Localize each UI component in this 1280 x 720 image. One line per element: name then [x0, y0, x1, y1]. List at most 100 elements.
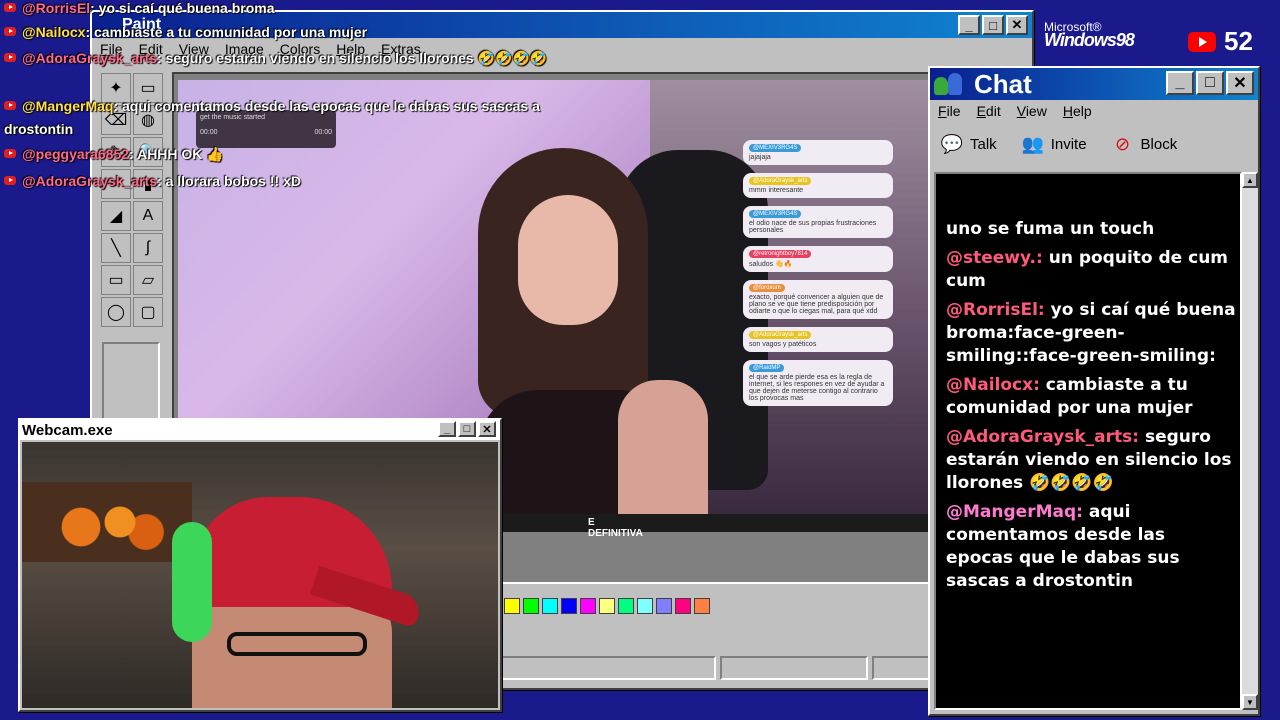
invite-button[interactable]: 👥 Invite	[1021, 132, 1087, 156]
color-swatch-yellow[interactable]	[504, 598, 520, 614]
tool-options[interactable]	[102, 342, 160, 422]
chat-scrollbar[interactable]: ▲ ▼	[1242, 172, 1258, 710]
bubble-text: saludos 👋🔥	[749, 261, 793, 268]
overlay-chat-user: @peggyara6852	[22, 146, 130, 162]
color-swatch-orange[interactable]	[694, 598, 710, 614]
cam-glasses	[227, 632, 367, 656]
minimize-button[interactable]: _	[1166, 71, 1194, 95]
bubble-user: @RaidMP	[749, 364, 785, 372]
bubble-text: jajajaja	[749, 154, 771, 161]
chat-bubble: @AdoraGraysk_artsmmm interesante	[743, 173, 893, 198]
overlay-chat-message: : cambiaste a tu comunidad por una mujer	[85, 24, 368, 40]
chat-bubble: @AdoraGraysk_arts son vagos y patéticos	[743, 327, 893, 352]
webcam-titlebar[interactable]: Webcam.exe _ □ ✕	[20, 420, 500, 440]
maximize-button[interactable]: □	[458, 421, 476, 437]
overlay-chat-user: @RorrisEl	[22, 0, 91, 16]
chat-messages: uno se fuma un touch @steewy.: un poquit…	[946, 218, 1236, 599]
overlay-chat-line: @MangerMaq: aqui comentamos desde las ep…	[4, 98, 540, 114]
color-swatch-spring[interactable]	[618, 598, 634, 614]
chat-message-user: @steewy.:	[946, 248, 1043, 268]
chat-message-user: @RorrisEl:	[946, 300, 1045, 320]
bubble-text: son vagos y patéticos	[749, 341, 817, 348]
curve-icon[interactable]: ∫	[133, 233, 163, 263]
chat-messages-panel[interactable]: uno se fuma un touch @steewy.: un poquit…	[934, 172, 1242, 710]
talk-button[interactable]: 💬 Talk	[940, 132, 997, 156]
cam-headset	[172, 522, 212, 642]
overlay-chat-user: @Nailocx	[22, 24, 86, 40]
player-time-start: 00:00	[200, 129, 218, 136]
scroll-track[interactable]	[1242, 188, 1258, 694]
menu-edit[interactable]: Edit	[977, 103, 1001, 119]
line-icon[interactable]: ╲	[101, 233, 131, 263]
color-swatch-magenta[interactable]	[580, 598, 596, 614]
color-swatch-cyan[interactable]	[542, 598, 558, 614]
invite-label: Invite	[1050, 135, 1087, 153]
block-label: Block	[1140, 135, 1178, 153]
close-button[interactable]: ✕	[1006, 15, 1028, 35]
color-swatch-periwinkle[interactable]	[656, 598, 672, 614]
chat-message: @steewy.: un poquito de cum cum	[946, 247, 1236, 293]
block-button[interactable]: ⊘ Block	[1111, 132, 1178, 156]
scroll-up-icon[interactable]: ▲	[1242, 172, 1258, 188]
talk-icon: 💬	[940, 133, 964, 154]
overlay-chat-line: @AdoraGraysk_arts: seguro estarán viendo…	[4, 50, 547, 67]
chat-message: @Nailocx: cambiaste a tu comunidad por u…	[946, 374, 1236, 420]
menu-help[interactable]: Help	[1063, 103, 1092, 119]
close-button[interactable]: ✕	[478, 421, 496, 437]
chat-bubble: @retronightboy7814 saludos 👋🔥	[743, 246, 893, 272]
bubble-text: exacto, porqué convencer a alguien que d…	[749, 294, 884, 315]
ellipse-icon[interactable]: ◯	[101, 297, 131, 327]
youtube-icon	[4, 101, 16, 110]
overlay-chat-message: : a llorara bobos !! xD	[157, 173, 301, 189]
menu-file[interactable]: File	[938, 103, 961, 119]
bubble-text: el odio nace de sus propias frustracione…	[749, 220, 877, 234]
chat-message: @RorrisEl: yo si caí qué buena broma:fac…	[946, 299, 1236, 368]
chat-message: @AdoraGraysk_arts: seguro estarán viendo…	[946, 426, 1236, 495]
webcam-video	[22, 442, 498, 708]
bubble-user: @MEXIV3RG4S	[749, 210, 802, 218]
close-button[interactable]: ✕	[1226, 71, 1254, 95]
minimize-button[interactable]: _	[958, 15, 980, 35]
viewer-count: 52	[1224, 26, 1253, 56]
bubble-text: mmm interesante	[749, 187, 804, 194]
rectangle-icon[interactable]: ▭	[101, 265, 131, 295]
color-swatch-green[interactable]	[523, 598, 539, 614]
chat-bubble: @MEXIV3RG4S jajajaja	[743, 140, 893, 165]
overlay-chat-user: @MangerMaq	[22, 98, 114, 114]
text-icon[interactable]: A	[133, 201, 163, 231]
overlay-chat-line: @AdoraGraysk_arts: a llorara bobos !! xD	[4, 173, 301, 189]
chat-message-user: @Nailocx:	[946, 375, 1040, 395]
cam-flowers	[42, 502, 172, 552]
youtube-icon	[4, 27, 16, 36]
chat-message-user: @MangerMaq:	[946, 502, 1083, 522]
airbrush-icon[interactable]: ◢	[101, 201, 131, 231]
chat-toolbar: 💬 Talk 👥 Invite ⊘ Block	[930, 122, 1258, 166]
webcam-window: Webcam.exe _ □ ✕	[18, 418, 502, 712]
music-player: get the music started 00:00 00:00	[196, 110, 336, 148]
chat-message-text: uno se fuma un touch	[946, 219, 1155, 239]
maximize-button[interactable]: □	[982, 15, 1004, 35]
bubble-user: @AdoraGraysk_arts	[749, 177, 812, 185]
windows98-label: Windows98	[1044, 30, 1135, 50]
stream-chat-bubbles: @MEXIV3RG4S jajajaja @AdoraGraysk_arts mmm…	[743, 140, 893, 414]
youtube-icon	[4, 176, 16, 185]
color-swatch-pink[interactable]	[675, 598, 691, 614]
overlay-chat-user: @AdoraGraysk_arts	[22, 50, 158, 66]
scroll-down-icon[interactable]: ▼	[1242, 694, 1258, 710]
youtube-icon	[4, 3, 16, 12]
minimize-button[interactable]: _	[438, 421, 456, 437]
chat-logo-icon	[934, 71, 966, 97]
chat-titlebar[interactable]: Chat _ □ ✕	[930, 68, 1258, 100]
overlay-chat-line: @RorrisEl: yo si caí qué buena broma	[4, 0, 275, 16]
menu-view[interactable]: View	[1017, 103, 1047, 119]
color-swatch-light-yellow[interactable]	[599, 598, 615, 614]
rounded-rect-icon[interactable]: ▢	[133, 297, 163, 327]
webcam-title: Webcam.exe	[22, 421, 113, 439]
overlay-chat-user: @AdoraGraysk_arts	[22, 173, 158, 189]
color-swatch-light-cyan[interactable]	[637, 598, 653, 614]
color-swatch-blue[interactable]	[561, 598, 577, 614]
maximize-button[interactable]: □	[1196, 71, 1224, 95]
chat-bubble: @foroxum exacto, porqué convencer a algui…	[743, 280, 893, 319]
overlay-chat-message: : AHHH OK 👍	[129, 146, 224, 162]
polygon-icon[interactable]: ▱	[133, 265, 163, 295]
